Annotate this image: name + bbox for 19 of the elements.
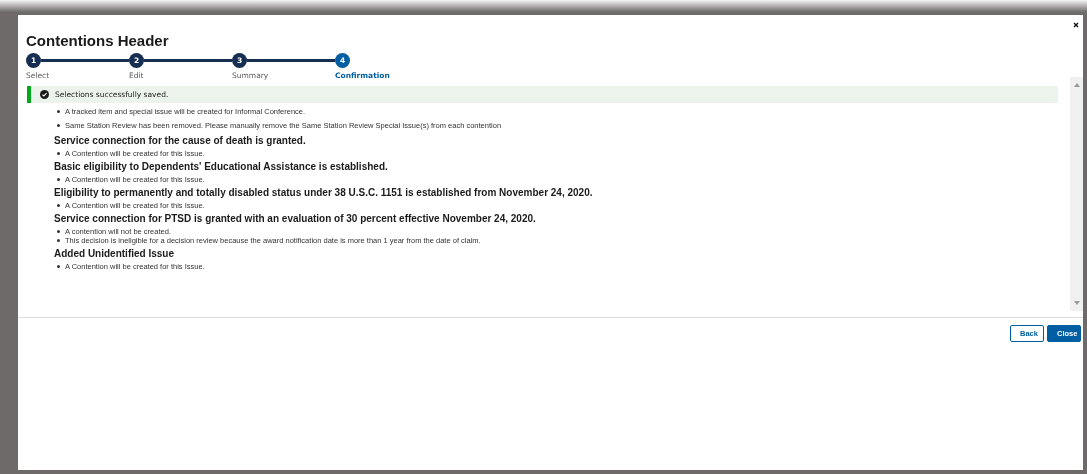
modal-title: Contentions Header	[26, 32, 169, 49]
close-icon[interactable]	[1073, 22, 1079, 28]
bullet-dot	[57, 110, 60, 113]
scroll-up-icon[interactable]	[1073, 83, 1080, 87]
bullet-dot	[57, 265, 60, 268]
check-circle-icon	[40, 90, 49, 99]
bullet-dot	[57, 230, 60, 233]
issue-heading: Eligibility to permanently and totally disabled status under 38 U.S.C. 1151 is established from November 24, 2020.	[53, 187, 594, 198]
issue-heading: Service connection for the cause of death is granted.	[53, 135, 307, 146]
issue-heading: Basic eligibility to Dependents' Educational Assistance is established.	[53, 161, 389, 172]
issue-heading: Service connection for PTSD is granted with an evaluation of 30 percent effective November 24, 2020.	[53, 213, 537, 224]
bullet-dot	[57, 178, 60, 181]
scrollbar[interactable]	[1070, 77, 1083, 311]
issue-heading: Added Unidentified Issue	[53, 248, 175, 259]
bullet-dot	[57, 152, 60, 155]
bullet-dot	[57, 204, 60, 207]
bullet-dot	[57, 239, 60, 242]
bullet-dot	[57, 124, 60, 127]
scroll-down-icon[interactable]	[1073, 301, 1080, 305]
